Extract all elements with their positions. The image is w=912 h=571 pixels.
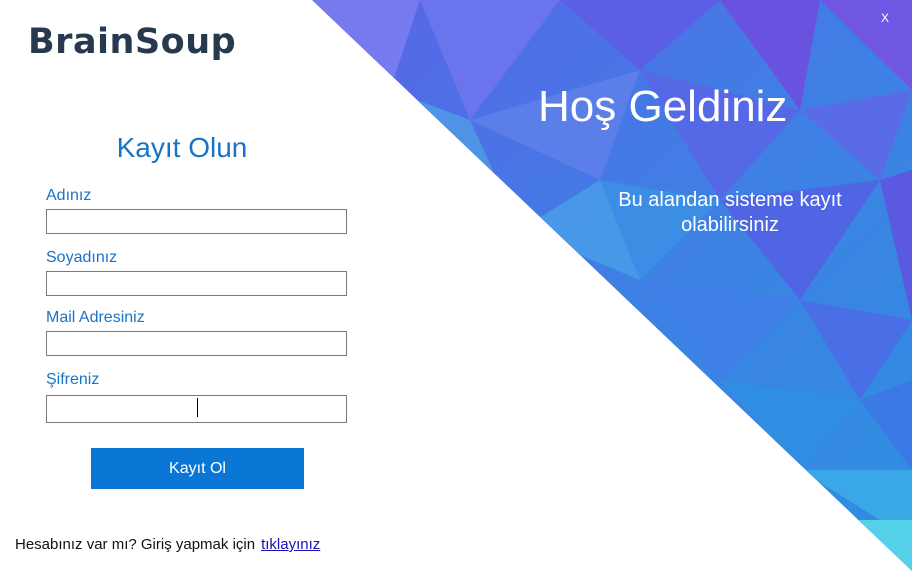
close-button[interactable]: X	[877, 10, 893, 26]
text-caret	[197, 398, 198, 417]
last-name-label: Soyadınız	[46, 249, 118, 266]
password-label: Şifreniz	[46, 371, 100, 388]
first-name-field[interactable]	[46, 209, 347, 234]
login-prompt: Hesabınız var mı? Giriş yapmak için tıkla…	[15, 536, 320, 553]
login-link[interactable]: tıklayınız	[261, 536, 320, 553]
brand-logo: BrainSoup	[28, 22, 237, 62]
last-name-field[interactable]	[46, 271, 347, 296]
first-name-label: Adınız	[46, 187, 92, 204]
login-prompt-text: Hesabınız var mı? Giriş yapmak için	[15, 536, 256, 553]
email-field[interactable]	[46, 331, 347, 356]
email-label: Mail Adresiniz	[46, 309, 145, 326]
register-button[interactable]: Kayıt Ol	[91, 448, 304, 489]
form-title: Kayıt Olun	[116, 132, 248, 163]
welcome-title: Hoş Geldiniz	[538, 82, 788, 131]
welcome-subtitle: Bu alandan sisteme kayıt olabilirsiniz	[618, 189, 842, 236]
